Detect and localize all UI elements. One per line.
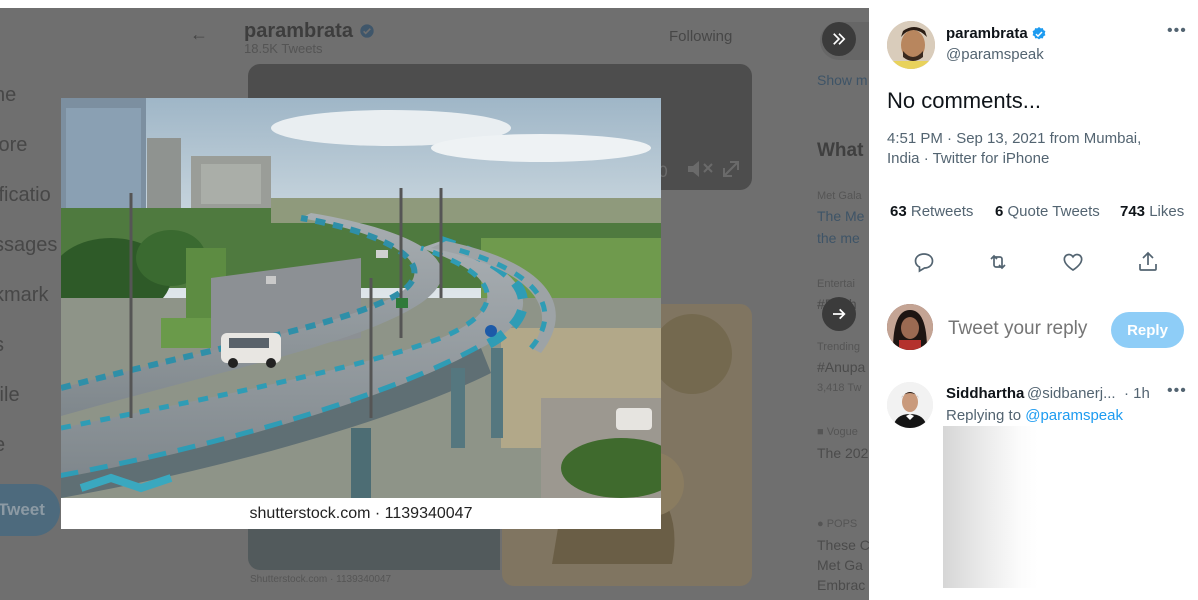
likes-stat[interactable]: 743 Likes: [1120, 203, 1184, 220]
bg-trend-meta: 3,418 Tw: [817, 382, 862, 394]
tweet-timestamp[interactable]: 4:51 PM · Sep 13, 2021 from Mumbai,: [887, 129, 1177, 149]
retweets-label: Retweets: [910, 203, 974, 220]
tweet-detail-panel: parambrata @paramspeak ••• No comments..…: [869, 8, 1198, 600]
more-options-icon[interactable]: •••: [1167, 382, 1187, 400]
verified-badge-icon: [1032, 27, 1046, 40]
more-options-icon[interactable]: •••: [1167, 22, 1187, 40]
retweets-stat[interactable]: 63 Retweets: [890, 203, 973, 220]
reply-tweet[interactable]: Siddhartha @sidbanerj... · 1h ••• Replyi…: [869, 376, 1198, 600]
reply-input[interactable]: [948, 318, 1108, 340]
arrow-right-icon: [833, 308, 846, 320]
commenter-avatar-image: [887, 382, 933, 428]
bg-trend-source: ● POPS: [817, 518, 858, 530]
nav-item-messages: ssages: [0, 234, 58, 256]
author-avatar-image: [887, 21, 935, 69]
background-tweet-count: 18.5K Tweets: [244, 41, 323, 56]
user-avatar-image: [887, 304, 933, 350]
replying-to-label: Replying to: [946, 407, 1022, 424]
author-name[interactable]: parambrata: [946, 25, 1028, 42]
bg-trend-title: the me: [817, 230, 860, 246]
comment-media-blurred[interactable]: [943, 426, 1038, 588]
avatar[interactable]: [887, 382, 933, 428]
next-media-button[interactable]: [822, 297, 856, 331]
reply-button[interactable]: Reply: [1111, 312, 1184, 348]
comment-timestamp[interactable]: · 1h: [1124, 385, 1150, 402]
bg-trend-meta: Entertai: [817, 278, 855, 290]
tweet-source[interactable]: India · Twitter for iPhone: [887, 149, 1177, 169]
tweet-meta: 4:51 PM · Sep 13, 2021 from Mumbai, Indi…: [887, 129, 1177, 169]
quotes-count: 6: [995, 203, 1004, 220]
tweet-text: No comments...: [887, 88, 1042, 113]
background-following-button: Following: [669, 28, 733, 45]
reply-icon[interactable]: [912, 250, 936, 274]
bg-trend-title: #Anupa: [817, 359, 866, 375]
watermark-text: shutterstock.com · 1139340047: [249, 504, 473, 522]
tweet-stats: 63 Retweets 6 Quote Tweets 743 Likes: [869, 192, 1198, 232]
flyover-photo-illustration: [61, 98, 661, 498]
watermark-bar: shutterstock.com · 1139340047: [61, 498, 661, 529]
double-chevron-right-icon: [833, 33, 846, 45]
quote-tweets-stat[interactable]: 6 Quote Tweets: [995, 203, 1100, 220]
likes-label: Likes: [1149, 203, 1185, 220]
bg-trend-source: ■ Vogue: [817, 426, 858, 438]
nav-item-bookmarks: kmark: [0, 284, 49, 306]
verified-icon: [359, 24, 374, 38]
share-icon[interactable]: [1136, 250, 1160, 274]
avatar[interactable]: [887, 21, 935, 69]
bg-trend-meta: Met Gala: [817, 190, 862, 202]
bg-trend-title: Embrac: [817, 577, 866, 593]
bg-trend-title: The Me: [817, 208, 865, 224]
bg-trend-meta: Trending: [817, 341, 861, 353]
nav-item-lists: s: [0, 334, 4, 357]
quotes-label: Quote Tweets: [1007, 203, 1100, 220]
reply-composer: Reply: [869, 298, 1198, 358]
nav-item-notifications: ificatio: [0, 184, 51, 206]
bg-trend-title: The 202: [817, 445, 869, 461]
bg-whats-heading: What: [817, 140, 864, 161]
nav-item-home: ne: [0, 84, 17, 106]
nav-item-explore: lore: [0, 134, 28, 156]
retweets-count: 63: [890, 203, 907, 220]
background-tweet-button: Tweet: [0, 484, 60, 536]
bg-show-more: Show m: [817, 72, 868, 88]
avatar[interactable]: [887, 304, 933, 350]
media-photo: [61, 98, 661, 498]
nav-item-more: e: [0, 434, 5, 457]
commenter-handle[interactable]: @sidbanerj...: [1027, 385, 1116, 402]
bg-trend-title: These C: [817, 537, 869, 553]
expand-panel-button[interactable]: [822, 22, 856, 56]
nav-item-profile: file: [0, 384, 20, 406]
bg-trend-title: Met Ga: [817, 557, 863, 573]
like-heart-icon[interactable]: [1061, 250, 1085, 274]
likes-count: 743: [1120, 203, 1146, 220]
retweet-icon[interactable]: [986, 250, 1010, 274]
replying-to-handle-link[interactable]: @paramspeak: [1025, 407, 1123, 424]
background-header-name: parambrata: [244, 20, 375, 43]
tweet-actions: [869, 248, 1198, 278]
commenter-name[interactable]: Siddhartha: [946, 385, 1024, 402]
back-arrow-icon: ←: [190, 24, 208, 44]
replying-to: Replying to @paramspeak: [946, 407, 1123, 424]
background-media-caption: Shutterstock.com · 1139340047: [250, 574, 392, 585]
author-handle[interactable]: @paramspeak: [946, 46, 1044, 63]
